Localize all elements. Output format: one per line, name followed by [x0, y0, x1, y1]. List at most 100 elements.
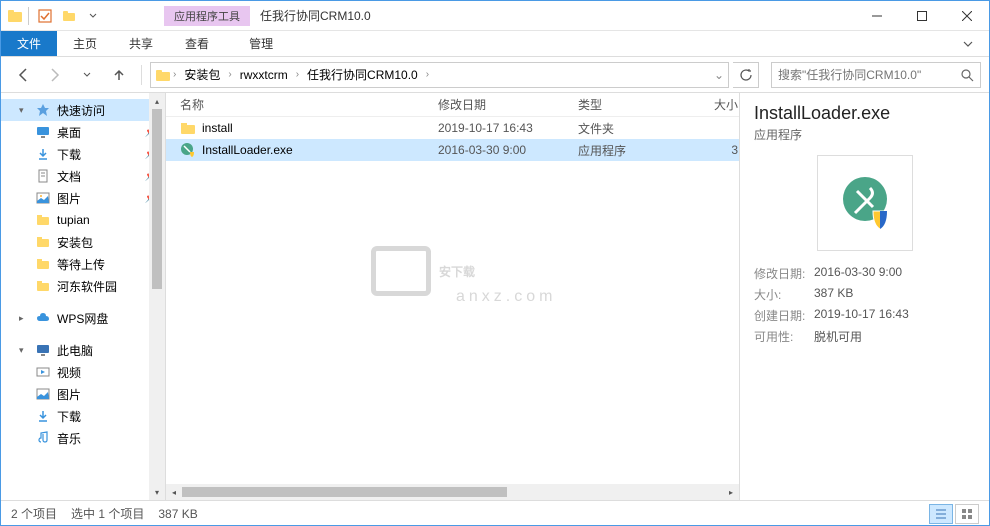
scroll-right-icon[interactable]: ▸	[723, 484, 739, 500]
forward-button[interactable]	[41, 61, 69, 89]
file-list-area: 名称 修改日期 类型 大小 install2019-10-17 16:43文件夹…	[166, 93, 739, 500]
column-name[interactable]: 名称	[180, 96, 438, 113]
view-switcher	[929, 504, 979, 524]
file-date: 2016-03-30 9:00	[438, 143, 578, 157]
status-selected: 选中 1 个项目	[71, 505, 144, 522]
search-icon[interactable]	[960, 68, 974, 82]
breadcrumb-dropdown[interactable]: ⌄	[714, 68, 724, 82]
nav-hedong[interactable]: 河东软件园	[1, 275, 165, 297]
navigation-pane: ▾ 快速访问 桌面 📌 下载 📌 文档 📌 图片 📌 tupian	[1, 93, 166, 500]
horizontal-scrollbar[interactable]: ◂ ▸	[166, 484, 739, 500]
desktop-icon	[35, 124, 51, 140]
nav-label: 河东软件园	[57, 278, 117, 295]
search-input[interactable]	[778, 68, 960, 82]
scroll-down-icon[interactable]: ▾	[149, 484, 165, 500]
recent-dropdown[interactable]	[73, 61, 101, 89]
titlebar: 应用程序工具 任我行协同CRM10.0	[1, 1, 989, 31]
nav-videos[interactable]: 视频	[1, 361, 165, 383]
tab-file[interactable]: 文件	[1, 31, 57, 56]
nav-label: 安装包	[57, 234, 93, 251]
chevron-down-icon[interactable]: ▾	[19, 105, 29, 116]
breadcrumb[interactable]: › 安装包 › rwxxtcrm › 任我行协同CRM10.0 › ⌄	[150, 62, 729, 88]
back-button[interactable]	[9, 61, 37, 89]
nav-wait-upload[interactable]: 等待上传	[1, 253, 165, 275]
qat-checkbox[interactable]	[34, 5, 56, 27]
nav-wps[interactable]: ▸ WPS网盘	[1, 307, 165, 329]
nav-label: 等待上传	[57, 256, 105, 273]
column-size[interactable]: 大小	[678, 96, 738, 113]
file-type: 文件夹	[578, 120, 678, 137]
detail-title: InstallLoader.exe	[754, 103, 975, 124]
nav-label: 桌面	[57, 124, 81, 141]
exe-icon	[180, 142, 198, 158]
nav-this-pc[interactable]: ▾ 此电脑	[1, 339, 165, 361]
chevron-right-icon[interactable]: ›	[426, 69, 429, 80]
video-icon	[35, 364, 51, 380]
prop-label: 修改日期:	[754, 265, 814, 282]
qat-dropdown[interactable]	[82, 5, 104, 27]
tab-home[interactable]: 主页	[57, 31, 113, 56]
nav-documents[interactable]: 文档 📌	[1, 165, 165, 187]
prop-label: 可用性:	[754, 328, 814, 345]
nav-tupian[interactable]: tupian	[1, 209, 165, 231]
nav-quick-access[interactable]: ▾ 快速访问	[1, 99, 165, 121]
nav-label: 图片	[57, 386, 81, 403]
breadcrumb-item-2[interactable]: 任我行协同CRM10.0	[301, 64, 424, 85]
detail-type: 应用程序	[754, 126, 975, 143]
file-row[interactable]: InstallLoader.exe2016-03-30 9:00应用程序3	[166, 139, 739, 161]
breadcrumb-item-0[interactable]: 安装包	[178, 64, 226, 85]
details-view-button[interactable]	[929, 504, 953, 524]
nav-label: 视频	[57, 364, 81, 381]
prop-value: 2019-10-17 16:43	[814, 307, 909, 324]
column-headers: 名称 修改日期 类型 大小	[166, 93, 739, 117]
chevron-down-icon[interactable]: ▾	[19, 345, 29, 356]
nav-downloads[interactable]: 下载 📌	[1, 143, 165, 165]
nav-label: 图片	[57, 190, 81, 207]
file-rows: install2019-10-17 16:43文件夹InstallLoader.…	[166, 117, 739, 484]
ribbon-expand-button[interactable]	[947, 31, 989, 56]
refresh-button[interactable]	[733, 62, 759, 88]
close-button[interactable]	[944, 2, 989, 30]
nav-pictures[interactable]: 图片 📌	[1, 187, 165, 209]
file-row[interactable]: install2019-10-17 16:43文件夹	[166, 117, 739, 139]
column-date[interactable]: 修改日期	[438, 96, 578, 113]
nav-music[interactable]: 音乐	[1, 427, 165, 449]
nav-label: 此电脑	[57, 342, 93, 359]
prop-label: 大小:	[754, 286, 814, 303]
icons-view-button[interactable]	[955, 504, 979, 524]
app-icon	[7, 8, 23, 24]
chevron-right-icon[interactable]: ›	[296, 69, 299, 80]
nav-label: 音乐	[57, 430, 81, 447]
document-icon	[35, 168, 51, 184]
nav-scrollbar[interactable]: ▴ ▾	[149, 93, 165, 500]
ribbon-tabs: 文件 主页 共享 查看 管理	[1, 31, 989, 57]
tab-view[interactable]: 查看	[169, 31, 225, 56]
file-type: 应用程序	[578, 142, 678, 159]
chevron-right-icon[interactable]: ›	[228, 69, 231, 80]
nav-label: WPS网盘	[57, 310, 108, 327]
tab-manage[interactable]: 管理	[233, 31, 289, 56]
chevron-right-icon[interactable]: ›	[173, 69, 176, 80]
scroll-up-icon[interactable]: ▴	[149, 93, 165, 109]
minimize-button[interactable]	[854, 2, 899, 30]
folder-icon	[35, 256, 51, 272]
breadcrumb-item-1[interactable]: rwxxtcrm	[234, 66, 294, 84]
nav-label: 文档	[57, 168, 81, 185]
music-icon	[35, 430, 51, 446]
nav-downloads2[interactable]: 下载	[1, 405, 165, 427]
tab-share[interactable]: 共享	[113, 31, 169, 56]
search-box[interactable]	[771, 62, 981, 88]
maximize-button[interactable]	[899, 2, 944, 30]
scroll-left-icon[interactable]: ◂	[166, 484, 182, 500]
scroll-thumb[interactable]	[152, 109, 162, 289]
star-icon	[35, 102, 51, 118]
contextual-tab-header: 应用程序工具	[164, 6, 250, 26]
chevron-right-icon[interactable]: ▸	[19, 313, 29, 324]
nav-install-pkg[interactable]: 安装包	[1, 231, 165, 253]
up-button[interactable]	[105, 61, 133, 89]
column-type[interactable]: 类型	[578, 96, 678, 113]
nav-desktop[interactable]: 桌面 📌	[1, 121, 165, 143]
qat-folder[interactable]	[58, 5, 80, 27]
scroll-thumb[interactable]	[182, 487, 507, 497]
nav-pictures2[interactable]: 图片	[1, 383, 165, 405]
